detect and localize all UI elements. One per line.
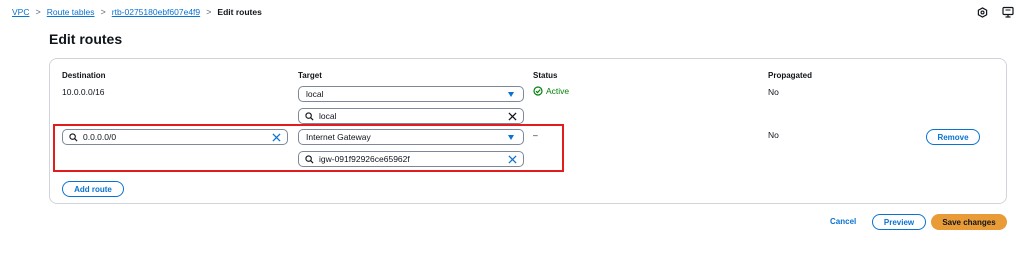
breadcrumb-separator: > <box>35 7 41 17</box>
target-type-select[interactable]: local <box>298 86 524 102</box>
save-changes-button[interactable]: Save changes <box>931 214 1007 230</box>
highlight-box <box>53 124 564 172</box>
cancel-button[interactable]: Cancel <box>830 217 856 226</box>
target-search-input[interactable] <box>298 108 524 124</box>
add-route-button[interactable]: Add route <box>62 181 124 197</box>
page-title: Edit routes <box>49 31 123 47</box>
breadcrumb-route-table-id[interactable]: rtb-0275180ebf607e4f9 <box>112 7 200 17</box>
breadcrumb-separator: > <box>100 7 106 17</box>
column-header-status: Status <box>533 71 558 80</box>
target-search-field[interactable] <box>319 111 493 121</box>
propagated-text: No <box>768 130 779 140</box>
settings-hexagon-icon[interactable] <box>976 6 988 18</box>
search-icon <box>305 112 314 121</box>
check-circle-icon <box>533 86 543 96</box>
status-text: Active <box>546 86 570 96</box>
caret-down-icon <box>508 92 514 97</box>
preview-button[interactable]: Preview <box>872 214 926 230</box>
propagated-text: No <box>768 87 779 97</box>
notifications-icon[interactable] <box>1002 6 1014 18</box>
breadcrumb-current: Edit routes <box>217 7 262 17</box>
status-active: Active <box>533 86 569 96</box>
target-type-value: local <box>306 89 324 99</box>
breadcrumb-vpc[interactable]: VPC <box>12 7 29 17</box>
breadcrumb-separator: > <box>206 7 212 17</box>
column-header-target: Target <box>298 71 322 80</box>
clear-icon[interactable] <box>508 112 517 121</box>
column-header-propagated: Propagated <box>768 71 813 80</box>
route-destination-text: 10.0.0.0/16 <box>62 87 105 97</box>
breadcrumb: VPC > Route tables > rtb-0275180ebf607e4… <box>12 7 262 17</box>
top-bar: VPC > Route tables > rtb-0275180ebf607e4… <box>0 0 1024 24</box>
breadcrumb-route-tables[interactable]: Route tables <box>47 7 95 17</box>
column-header-destination: Destination <box>62 71 106 80</box>
remove-button[interactable]: Remove <box>926 129 980 145</box>
